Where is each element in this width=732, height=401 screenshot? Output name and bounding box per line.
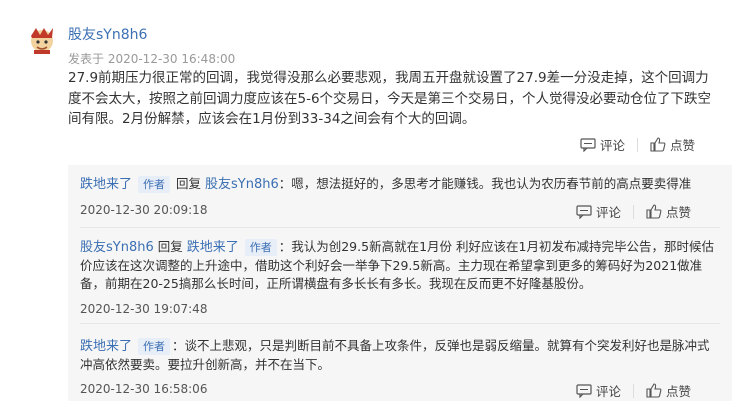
reply-author[interactable]: 跌地来了: [80, 177, 132, 192]
reply-text: ：嗯，想法挺好的，多思考才能赚钱。我也认为农历春节前的高点要卖得准: [278, 176, 692, 191]
action-divider: [633, 383, 635, 398]
reply-item: 跌地来了 作者 ：谈不上悲观，只是判断目前不具备上攻条件，反弹也是弱反缩量。就算有…: [80, 337, 720, 374]
comment-icon: [576, 204, 592, 219]
post-time: 发表于 2020-12-30 16:48:00: [68, 52, 236, 66]
like-label: 点赞: [666, 205, 692, 220]
author-badge: 作者: [138, 338, 170, 355]
reply-actions: 评论 点赞: [576, 202, 691, 221]
reply-actions: 评论 点赞: [576, 381, 691, 400]
user-avatar[interactable]: [28, 26, 56, 54]
reply-target[interactable]: 跌地来了: [187, 240, 239, 255]
reply-target[interactable]: 股友sYn8h6: [205, 177, 279, 192]
reply-author[interactable]: 股友sYn8h6: [80, 240, 154, 255]
comment-label: 评论: [596, 384, 622, 399]
reply-comment-button[interactable]: 评论: [576, 381, 621, 400]
reply-time: 2020-12-30 20:09:18: [80, 203, 208, 217]
comment-icon: [576, 383, 592, 398]
like-label: 点赞: [670, 138, 696, 153]
comment-label: 评论: [596, 205, 622, 220]
author-badge: 作者: [138, 176, 170, 193]
reply-text: ：谈不上悲观，只是判断目前不具备上攻条件，反弹也是弱反缩量。就算有个突发利好也是…: [80, 338, 710, 372]
reply-like-button[interactable]: 点赞: [646, 202, 691, 221]
like-label: 点赞: [666, 384, 692, 399]
action-divider: [633, 204, 635, 219]
reply-content: 股友sYn8h6 回复 跌地来了 作者 ：我认为创29.5新高就在1月份 利好应该…: [80, 238, 720, 293]
author-badge: 作者: [244, 239, 277, 256]
reply-word: 回复: [157, 239, 183, 254]
thumbs-up-icon: [646, 383, 662, 398]
thumbs-up-icon: [650, 137, 666, 152]
reply-time: 2020-12-30 16:58:06: [80, 382, 208, 396]
reply-content: 跌地来了 作者 ：谈不上悲观，只是判断目前不具备上攻条件，反弹也是弱反缩量。就算有…: [80, 337, 720, 374]
reply-comment-button[interactable]: 评论: [576, 202, 621, 221]
reply-list: 跌地来了 作者 回复 股友sYn8h6：嗯，想法挺好的，多思考才能赚钱。我也认为…: [68, 165, 732, 401]
thumbs-up-icon: [646, 204, 662, 219]
reply-author[interactable]: 跌地来了: [80, 339, 132, 354]
reply-like-button[interactable]: 点赞: [646, 381, 691, 400]
reply-content: 跌地来了 作者 回复 股友sYn8h6：嗯，想法挺好的，多思考才能赚钱。我也认为…: [80, 175, 720, 194]
comment-label: 评论: [600, 138, 626, 153]
post-author[interactable]: 股友sYn8h6: [68, 24, 147, 44]
post-body: 27.9前期压力很正常的回调，我觉得没那么必要悲观，我周五开盘就设置了27.9差…: [68, 70, 712, 127]
like-button[interactable]: 点赞: [650, 135, 695, 154]
reply-time: 2020-12-30 19:07:48: [80, 302, 208, 316]
avatar-icon: [31, 28, 53, 54]
reply-item: 跌地来了 作者 回复 股友sYn8h6：嗯，想法挺好的，多思考才能赚钱。我也认为…: [80, 175, 720, 194]
reply-divider: [80, 323, 720, 324]
comment-icon: [580, 137, 596, 152]
reply-divider: [80, 227, 720, 228]
post-actions: 评论 点赞: [580, 135, 695, 154]
reply-word: 回复: [175, 176, 201, 191]
action-divider: [637, 137, 639, 152]
comment-button[interactable]: 评论: [580, 135, 625, 154]
reply-item: 股友sYn8h6 回复 跌地来了 作者 ：我认为创29.5新高就在1月份 利好应该…: [80, 238, 720, 293]
